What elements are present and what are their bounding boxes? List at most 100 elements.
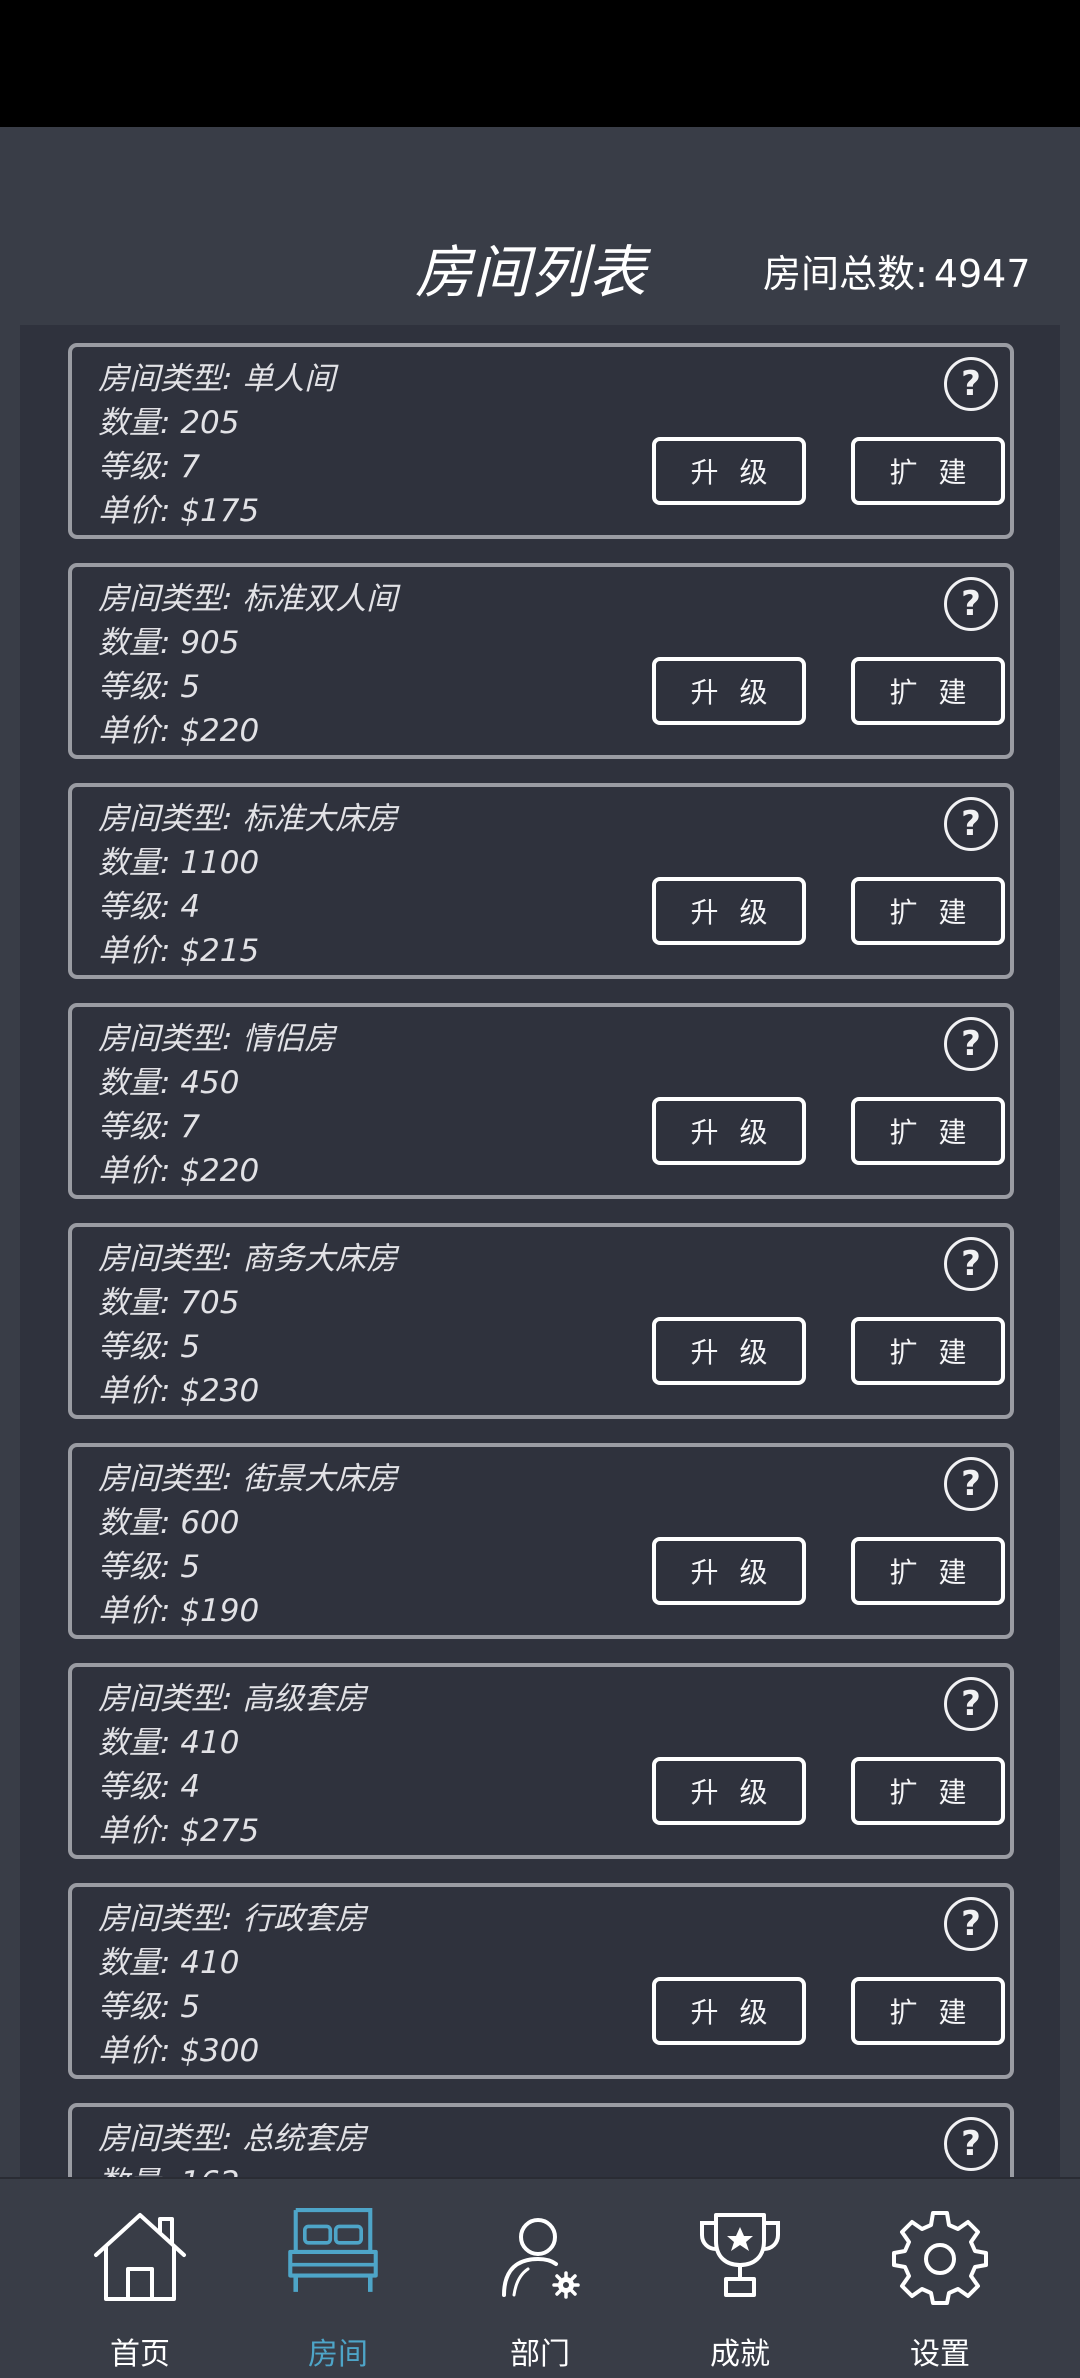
room-level: 7 [180,449,201,485]
room-type: 商务大床房 [242,1241,398,1277]
room-price: $275 [180,1813,260,1849]
room-level: 5 [180,669,201,705]
room-type: 情侣房 [242,1021,336,1057]
room-count-line: 数量: 205 [98,405,240,441]
help-button[interactable]: ? [944,577,998,631]
room-type-line: 房间类型: 标准双人间 [98,581,398,617]
room-type-line: 房间类型: 行政套房 [98,1901,367,1937]
room-level: 5 [180,1989,201,2025]
room-price-line: 单价: $220 [98,1153,260,1189]
room-count-line: 数量: 705 [98,1285,240,1321]
room-count: 1100 [180,845,260,881]
bed-icon [288,2208,378,2292]
upgrade-button[interactable]: 升 级 [652,1757,806,1825]
room-type: 标准双人间 [242,581,398,617]
nav-item-departments[interactable]: 部门 [440,2179,640,2378]
room-type: 总统套房 [242,2121,367,2157]
room-count: 705 [180,1285,240,1321]
room-level: 4 [180,1769,201,1805]
nav-item-home[interactable]: 首页 [40,2179,240,2378]
nav-label-achievements: 成就 [710,2337,770,2372]
help-button[interactable]: ? [944,1677,998,1731]
room-price: $220 [180,1153,260,1189]
nav-item-achievements[interactable]: 成就 [640,2179,840,2378]
expand-button[interactable]: 扩 建 [851,437,1005,505]
room-type-line: 房间类型: 标准大床房 [98,801,398,837]
help-button[interactable]: ? [944,1457,998,1511]
room-price-line: 单价: $220 [98,713,260,749]
help-button[interactable]: ? [944,1897,998,1951]
room-card: 房间类型: 商务大床房 数量: 705 等级: 5 单价: $230 ? 升 级… [68,1223,1014,1419]
nav-label-home: 首页 [110,2337,170,2372]
status-bar [0,0,1080,127]
room-count-line: 数量: 410 [98,1725,240,1761]
room-price: $300 [180,2033,260,2069]
help-button[interactable]: ? [944,1237,998,1291]
room-price-line: 单价: $175 [98,493,260,529]
room-count: 162 [180,2165,239,2177]
room-type: 街景大床房 [242,1461,398,1497]
room-count: 905 [180,625,240,661]
room-count: 410 [180,1725,240,1761]
upgrade-button[interactable]: 升 级 [652,1097,806,1165]
room-list[interactable]: 房间类型: 单人间 数量: 205 等级: 7 单价: $175 ? 升 级 扩… [20,325,1060,2177]
upgrade-button[interactable]: 升 级 [652,877,806,945]
room-count-line: 数量: 410 [98,1945,240,1981]
room-type: 单人间 [242,361,336,397]
room-price-line: 单价: $230 [98,1373,260,1409]
help-button[interactable]: ? [944,797,998,851]
nav-label-settings: 设置 [910,2337,970,2372]
room-level-line: 等级: 7 [98,1109,201,1145]
help-button[interactable]: ? [944,1017,998,1071]
expand-button[interactable]: 扩 建 [851,1977,1005,2045]
room-level-line: 等级: 4 [98,889,201,925]
room-level: 4 [180,889,201,925]
room-type-line: 房间类型: 街景大床房 [98,1461,398,1497]
room-level-line: 等级: 4 [98,1769,201,1805]
expand-button[interactable]: 扩 建 [851,657,1005,725]
upgrade-button[interactable]: 升 级 [652,1317,806,1385]
room-type-line: 房间类型: 情侣房 [98,1021,336,1057]
expand-button[interactable]: 扩 建 [851,1317,1005,1385]
room-price: $190 [180,1593,260,1629]
room-type-line: 房间类型: 高级套房 [98,1681,367,1717]
upgrade-button[interactable]: 升 级 [652,1537,806,1605]
help-button[interactable]: ? [944,2117,998,2171]
room-card: 房间类型: 行政套房 数量: 410 等级: 5 单价: $300 ? 升 级 … [68,1883,1014,2079]
room-level-line: 等级: 7 [98,449,201,485]
room-level-line: 等级: 5 [98,1549,201,1585]
room-total-label: 房间总数: [763,252,928,296]
room-level-line: 等级: 5 [98,1989,201,2025]
room-price-line: 单价: $215 [98,933,260,969]
room-type: 标准大床房 [242,801,398,837]
room-level: 5 [180,1329,201,1365]
room-card: 房间类型: 单人间 数量: 205 等级: 7 单价: $175 ? 升 级 扩… [68,343,1014,539]
room-level: 7 [180,1109,201,1145]
room-price: $175 [180,493,260,529]
expand-button[interactable]: 扩 建 [851,1757,1005,1825]
room-type-line: 房间类型: 总统套房 [98,2121,367,2157]
expand-button[interactable]: 扩 建 [851,1097,1005,1165]
trophy-icon [700,2213,780,2297]
upgrade-button[interactable]: 升 级 [652,657,806,725]
room-count-line: 数量: 162 [98,2157,239,2177]
room-level: 5 [180,1549,201,1585]
upgrade-button[interactable]: 升 级 [652,437,806,505]
room-card: 房间类型: 总统套房 数量: 162 ? [68,2103,1014,2177]
room-card: 房间类型: 街景大床房 数量: 600 等级: 5 单价: $190 ? 升 级… [68,1443,1014,1639]
header: 房间列表 房间总数: 4947 [0,127,1080,327]
room-count: 205 [180,405,240,441]
nav-item-rooms[interactable]: 房间 [238,2179,438,2378]
room-price: $215 [180,933,260,969]
expand-button[interactable]: 扩 建 [851,877,1005,945]
upgrade-button[interactable]: 升 级 [652,1977,806,2045]
room-price: $230 [180,1373,260,1409]
expand-button[interactable]: 扩 建 [851,1537,1005,1605]
nav-item-settings[interactable]: 设置 [840,2179,1040,2378]
room-total-value: 4947 [933,252,1031,296]
help-button[interactable]: ? [944,357,998,411]
room-type: 高级套房 [242,1681,367,1717]
room-card: 房间类型: 高级套房 数量: 410 等级: 4 单价: $275 ? 升 级 … [68,1663,1014,1859]
room-price-line: 单价: $190 [98,1593,260,1629]
room-card: 房间类型: 标准大床房 数量: 1100 等级: 4 单价: $215 ? 升 … [68,783,1014,979]
